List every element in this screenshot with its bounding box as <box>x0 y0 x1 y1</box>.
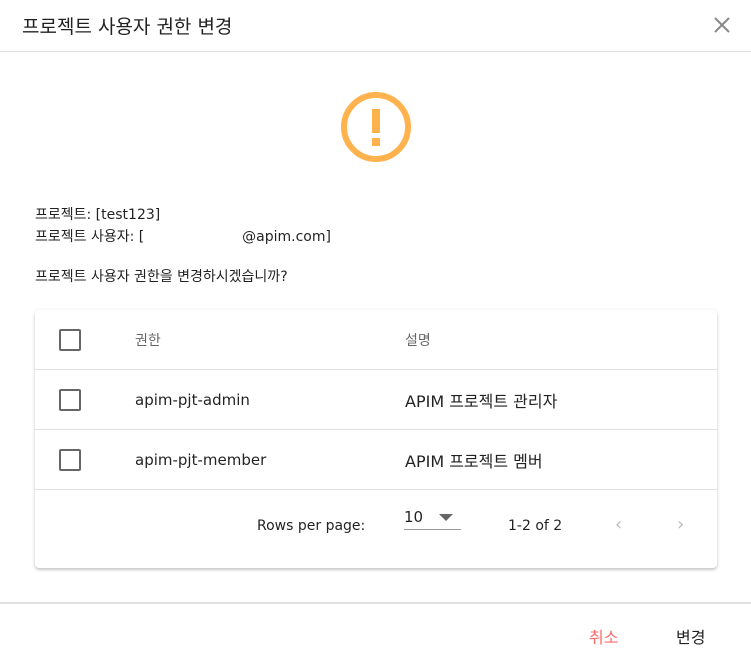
rows-per-page-select[interactable]: 10 <box>404 506 461 530</box>
close-icon[interactable] <box>711 14 733 36</box>
description-cell: APIM 프로젝트 멤버 <box>405 451 543 471</box>
user-label: 프로젝트 사용자: [ @apim.com] <box>35 229 331 245</box>
dialog-title: 프로젝트 사용자 권한 변경 <box>22 16 233 38</box>
table-row[interactable]: apim-pjt-member APIM 프로젝트 멤버 <box>35 430 717 490</box>
cancel-button[interactable]: 취소 <box>589 624 618 648</box>
rows-per-page-label: Rows per page: <box>257 518 366 534</box>
chevron-right-icon[interactable]: › <box>677 514 684 535</box>
info-block: 프로젝트: [test123] 프로젝트 사용자: [ @apim.com] <box>35 204 331 248</box>
select-all-checkbox[interactable] <box>59 328 81 351</box>
row-checkbox[interactable] <box>59 388 81 411</box>
table-row[interactable]: apim-pjt-admin APIM 프로젝트 관리자 <box>35 370 717 430</box>
dropdown-arrow-icon <box>439 514 453 521</box>
roles-table: 권한 설명 apim-pjt-admin APIM 프로젝트 관리자 apim-… <box>35 310 717 568</box>
pagination: Rows per page: 10 1-2 of 2 ‹ › <box>35 490 717 568</box>
header-role: 권한 <box>135 332 161 349</box>
rows-per-page-value: 10 <box>404 508 424 526</box>
description-cell: APIM 프로젝트 관리자 <box>405 391 558 411</box>
role-cell: apim-pjt-member <box>135 450 267 469</box>
warning-icon <box>341 92 411 162</box>
chevron-left-icon[interactable]: ‹ <box>615 514 622 535</box>
page-range: 1-2 of 2 <box>508 518 563 534</box>
confirm-question: 프로젝트 사용자 권한을 변경하시겠습니까? <box>35 269 288 285</box>
dialog-header: 프로젝트 사용자 권한 변경 <box>0 0 751 52</box>
header-description: 설명 <box>405 332 431 349</box>
footer-divider <box>0 602 751 604</box>
row-checkbox[interactable] <box>59 448 81 471</box>
confirm-button[interactable]: 변경 <box>676 624 705 648</box>
project-label: 프로젝트: [test123] <box>35 207 161 223</box>
table-header: 권한 설명 <box>35 310 717 370</box>
role-cell: apim-pjt-admin <box>135 390 250 409</box>
